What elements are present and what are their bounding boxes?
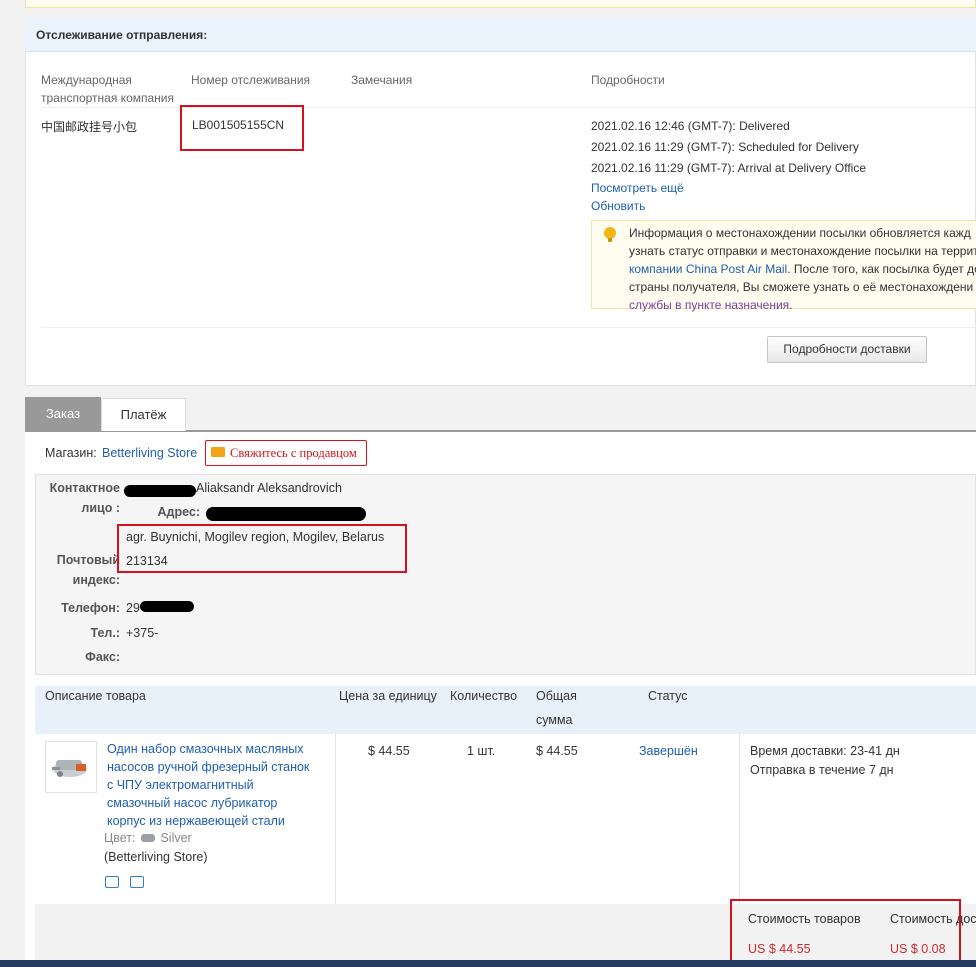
top-notice-strip [25,0,976,8]
highlight-address [117,524,407,573]
refresh-link[interactable]: Обновить [591,199,645,213]
th-status: Статус [648,689,688,703]
th-total: Общая сумма [536,684,577,732]
col-tracking-no: Номер отслеживания [191,73,311,87]
see-more-link[interactable]: Посмотреть ещё [591,181,684,195]
product-title-line: с ЧПУ электромагнитный [107,778,254,792]
info-line: компании China Post Air Mail. После того… [629,260,976,278]
product-color: Цвет: Silver [104,831,192,845]
info-line: службы в пункте назначения. [629,296,976,314]
color-swatch-icon [140,834,155,842]
label-line: индекс: [72,573,120,587]
tracking-event: 2021.02.16 11:29 (GMT-7): Arrival at Del… [591,161,867,175]
th-total-line: сумма [536,713,573,727]
info-line-rest: . После того, как посылка будет до [787,262,976,276]
info-line: страны получателя, Вы сможете узнать о е… [629,280,974,294]
product-title-line: Один набор смазочных масляных [107,742,304,756]
product-title-line: смазочный насос лубрикатор [107,796,278,810]
highlight-tracking-number [180,105,304,151]
label-line: Почтовый [56,553,120,567]
item-quantity: 1 шт. [467,744,496,758]
item-unit-price: $ 44.55 [368,744,410,758]
phone-label: Телефон: [61,601,120,615]
col-carrier-line1: Международная [41,73,132,87]
tab-payment[interactable]: Платёж [101,398,186,431]
item-status-link[interactable]: Завершён [639,744,698,758]
col-details: Подробности [591,73,665,87]
os-taskbar [0,960,976,967]
contact-person-value: Aliaksandr Aleksandrovich [196,481,342,495]
label-line: Контактное [49,481,120,495]
label-line: лицо : [81,501,120,515]
store-label: Магазин: [45,446,97,460]
col-remarks: Замечания [351,73,413,87]
color-value: Silver [160,831,192,845]
lightbulb-icon [604,227,616,242]
th-description: Описание товара [45,689,146,703]
th-quantity: Количество [450,689,518,703]
address-label: Адрес: [157,505,201,519]
product-thumbnail[interactable] [45,741,97,793]
product-store: (Betterliving Store) [104,850,208,864]
tel-label: Тел.: [90,626,120,640]
info-line: узнать статус отправки и местонахождение… [629,244,976,258]
th-unit-price: Цена за единицу [339,689,437,703]
info-line: Информация о местонахождении посылки обн… [629,226,971,240]
postal-label: Почтовый индекс: [40,553,120,587]
tel-value: +375- [126,626,159,640]
tracking-event: 2021.02.16 11:29 (GMT-7): Scheduled for … [591,140,859,154]
contact-person-label: Контактное лицо : [40,481,120,515]
col-divider [739,734,740,904]
dispatch-time: Отправка в течение 7 дн [750,763,894,777]
info-line-rest: . [789,298,793,312]
tracking-title: Отслеживание отправления: [25,18,976,52]
shipping-truck-icon[interactable] [105,876,119,888]
highlight-costs [730,899,961,962]
contact-seller-label: Свяжитесь с продавцом [230,446,357,460]
china-post-link[interactable]: компании China Post Air Mail [629,262,787,276]
destination-service-link[interactable]: службы в пункте назначения [629,298,789,312]
product-title-link[interactable]: Один набор смазочных масляных насосов ру… [107,740,309,830]
phone-value: 29 [126,601,140,615]
contact-seller-button[interactable]: Свяжитесь с продавцом [205,440,367,466]
lubrication-pump-image [52,760,87,777]
tab-order[interactable]: Заказ [25,397,101,432]
redacted-phone [140,601,194,612]
delivery-details-button[interactable]: Подробности доставки [767,336,927,363]
panel-divider [41,327,976,328]
redacted-address [206,507,366,521]
delivery-time: Время доставки: 23-41 дн [750,744,900,758]
envelope-icon [211,447,225,457]
color-label: Цвет: [104,831,136,845]
product-title-line: корпус из нержавеющей стали [107,814,285,828]
col-carrier: Международная транспортная компания [41,71,174,107]
info-notice-text: Информация о местонахождении посылки обн… [629,224,976,314]
th-total-line: Общая [536,689,577,703]
fax-label: Факс: [85,650,120,664]
redacted-name [124,485,196,497]
col-carrier-line2: транспортная компания [41,91,174,105]
store-link[interactable]: Betterliving Store [102,446,197,460]
tracking-event: 2021.02.16 12:46 (GMT-7): Delivered [591,119,790,133]
carrier-name: 中国邮政挂号小包 [41,120,138,134]
product-title-line: насосов ручной фрезерный станок [107,760,310,774]
col-divider [335,734,336,904]
item-total: $ 44.55 [536,744,578,758]
return-icon[interactable] [130,876,144,888]
